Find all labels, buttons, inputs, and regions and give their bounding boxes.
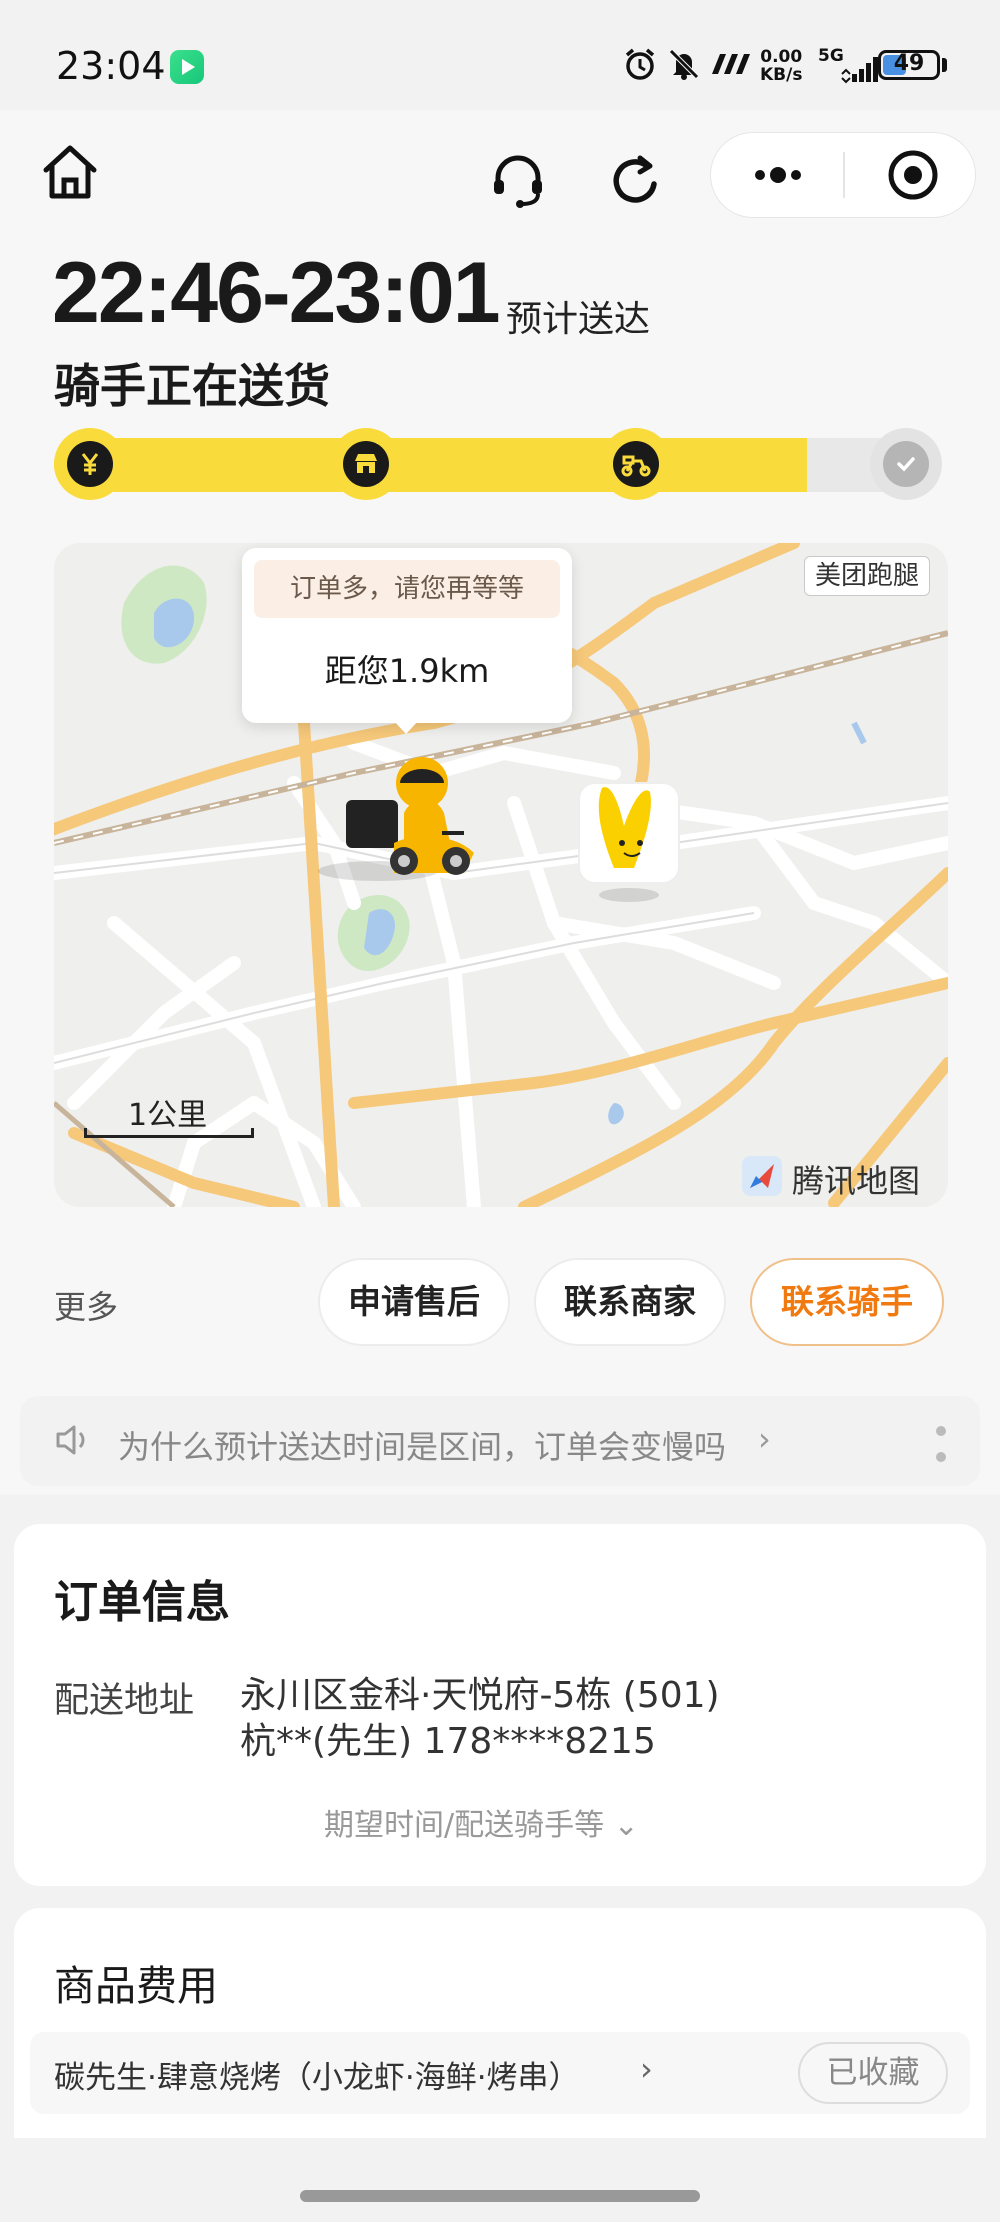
refresh-icon[interactable] [606,150,666,210]
notice-pager-dots [936,1422,946,1462]
expand-details-link[interactable]: 期望时间/配送骑手等 ⌄ [324,1800,639,1844]
favorited-button[interactable]: 已收藏 [798,2042,948,2104]
check-shield-icon [883,441,929,487]
step-delivering [600,428,672,500]
step-merchant [330,428,402,500]
yuan-icon [67,441,113,487]
tooltip-distance: 距您1.9km [324,652,490,690]
apply-after-sales-button[interactable]: 申请售后 [318,1258,510,1346]
tencent-map-logo-icon [740,1154,784,1198]
rider-tooltip: 订单多，请您再等等 距您1.9km [242,548,572,723]
more-options-icon[interactable] [720,140,836,210]
delivery-progress-bar [54,438,940,492]
chevron-right-icon: › [758,1420,771,1458]
contact-rider-button[interactable]: 联系骑手 [750,1258,944,1346]
tooltip-busy-notice: 订单多，请您再等等 [254,560,560,618]
speaker-icon [52,1420,92,1460]
provider-badge: 美团跑腿 [804,556,931,596]
scooter-icon [613,441,659,487]
net-speed-unit: KB/s [760,65,803,85]
address-label: 配送地址 [54,1681,195,1721]
tooltip-pointer [393,720,419,734]
mute-icon [666,46,702,90]
net-speed-value: 0.00 [760,47,803,67]
delivery-progress-fill [54,438,808,492]
eta-label: 预计送达 [506,299,651,340]
customer-service-icon[interactable] [488,150,548,210]
recipient-contact: 杭**(先生) 178****8215 [240,1721,656,1762]
close-target-icon[interactable] [870,140,960,210]
alarm-icon [622,46,658,90]
eta-range: 22:46-23:01 [52,245,501,341]
chevron-right-icon: › [640,2050,653,2088]
capsule-divider [843,152,845,198]
delivery-address: 永川区金科·天悦府-5栋 (501) [240,1675,720,1716]
map-brand: 腾讯地图 [792,1162,921,1200]
net-speed: 0.00 KB/s [760,48,802,84]
product-fees-title: 商品费用 [54,1962,218,2010]
app-notification-icon [170,50,204,84]
order-info-title: 订单信息 [54,1577,230,1628]
more-actions-label[interactable]: 更多 [54,1282,118,1328]
map-scale-bar [84,1128,254,1138]
order-status: 骑手正在送货 [54,359,330,413]
contact-merchant-button[interactable]: 联系商家 [534,1258,726,1346]
battery-icon: 49 [878,50,940,80]
shop-name[interactable]: 碳先生·肆意烧烤（小龙虾·海鲜·烤串） [54,2052,580,2097]
battery-terminal [942,58,947,72]
store-icon [343,441,389,487]
home-indicator[interactable] [300,2190,700,2202]
notice-text: 为什么预计送达时间是区间，订单会变慢吗 [118,1428,727,1466]
step-delivered [870,428,942,500]
status-time: 23:04 [56,44,166,88]
home-icon[interactable] [38,140,102,204]
step-paid [54,428,126,500]
carrier-icon [706,46,752,90]
battery-percent: 49 [893,51,925,76]
